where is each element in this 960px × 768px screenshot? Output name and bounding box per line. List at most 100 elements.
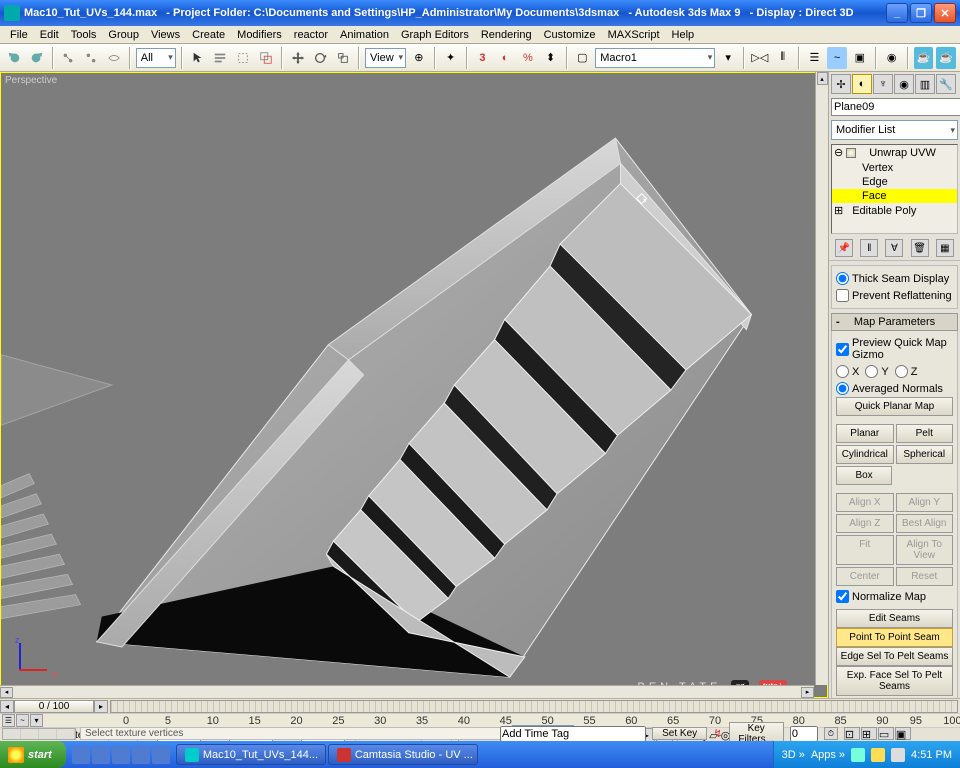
percent-snap-button[interactable]: % [518,47,538,69]
pelt-button[interactable]: Pelt [896,424,954,443]
stack-editable-poly[interactable]: ⊞Editable Poly [832,203,957,219]
tray-icon-3[interactable] [891,748,905,762]
link-button[interactable] [59,47,79,69]
schematic-view-button[interactable]: ▣ [850,47,870,69]
current-frame-field[interactable] [790,726,818,742]
tray-icon-2[interactable] [871,748,885,762]
averaged-normals-radio[interactable] [836,382,849,395]
named-selection-button[interactable]: ▢ [573,47,593,69]
named-selection-toggle-button[interactable]: ▾ [718,47,738,69]
viewport-scrollbar-v[interactable]: ▴ [815,72,828,685]
curve-editor-button[interactable]: ~ [827,47,847,69]
select-rotate-button[interactable] [311,47,331,69]
stack-edge[interactable]: Edge [832,175,957,189]
align-z-button[interactable]: Align Z [836,514,894,533]
configure-sets-button[interactable]: ▦ [936,239,954,257]
tray-icon-1[interactable] [851,748,865,762]
menu-group[interactable]: Group [102,27,145,43]
edit-seams-button[interactable]: Edit Seams [836,609,953,628]
utilities-tab[interactable]: 🔧 [936,74,956,94]
normalize-map-checkbox[interactable] [836,590,849,603]
reset-button[interactable]: Reset [896,567,954,586]
prevent-reflattening-checkbox[interactable] [836,289,849,302]
best-align-button[interactable]: Best Align [896,514,954,533]
redo-button[interactable] [27,47,47,69]
mini-curve-editor-button[interactable]: ~ [16,714,29,727]
refcoord-combo[interactable]: View [365,48,406,68]
bind-space-warp-button[interactable] [104,47,124,69]
align-button[interactable]: ⫴ [773,47,793,69]
point-to-point-seam-button[interactable]: Point To Point Seam [836,628,953,647]
create-tab[interactable]: ✢ [831,74,851,94]
window-minimize-button[interactable]: _ [886,3,908,23]
modifier-stack[interactable]: ⊖Unwrap UVW Vertex Edge Face ⊞Editable P… [831,144,958,234]
system-tray[interactable]: 3D» Apps» 4:51 PM [773,741,960,768]
select-by-name-button[interactable] [211,47,231,69]
menu-grapheditors[interactable]: Graph Editors [395,27,475,43]
ql-icon-5[interactable] [152,746,170,764]
menu-tools[interactable]: Tools [65,27,103,43]
ql-icon-3[interactable] [112,746,130,764]
object-name-field[interactable] [831,98,960,116]
select-scale-button[interactable] [333,47,353,69]
quick-planar-map-button[interactable]: Quick Planar Map [836,397,953,416]
stack-face[interactable]: Face [832,189,957,203]
ql-icon-1[interactable] [72,746,90,764]
snap-toggle-button[interactable]: 3 [473,47,493,69]
menu-reactor[interactable]: reactor [288,27,334,43]
menu-modifiers[interactable]: Modifiers [231,27,288,43]
menu-edit[interactable]: Edit [34,27,65,43]
set-key-button[interactable]: Set Key [652,727,707,740]
modify-tab[interactable]: ◐ [852,74,872,94]
center-button[interactable]: Center [836,567,894,586]
quick-render-button[interactable]: ☕ [936,47,956,69]
trackbar-toggle-button[interactable]: ☰ [2,714,15,727]
time-config-button[interactable]: ⏱ [824,727,838,740]
ql-icon-4[interactable] [132,746,150,764]
menu-file[interactable]: File [4,27,34,43]
display-tab[interactable]: ▥ [915,74,935,94]
angle-snap-button[interactable]: ◐ [495,47,515,69]
thick-seam-radio[interactable] [836,272,849,285]
align-x-button[interactable]: Align X [836,493,894,512]
edge-sel-to-pelt-button[interactable]: Edge Sel To Pelt Seams [836,647,953,666]
stack-vertex[interactable]: Vertex [832,161,957,175]
add-time-tag-field[interactable] [500,726,646,742]
task-3dsmax[interactable]: Mac10_Tut_UVs_144... [176,744,326,765]
menu-create[interactable]: Create [186,27,231,43]
viewport-scrollbar-h[interactable]: ◂▸ [0,685,814,698]
make-unique-button[interactable]: ∀ [885,239,903,257]
window-close-button[interactable]: ✕ [934,3,956,23]
align-to-view-button[interactable]: Align To View [896,535,954,565]
stack-unwrap-uvw[interactable]: ⊖Unwrap UVW [832,145,957,161]
filter-button[interactable]: ▾ [30,714,43,727]
time-next-button[interactable]: ▸ [94,700,108,713]
time-slider[interactable]: 0 / 100 [14,700,94,713]
task-camtasia[interactable]: Camtasia Studio - UV ... [328,744,478,765]
nav-zoom-ext-button[interactable]: ⊡ [844,727,860,740]
remove-modifier-button[interactable]: 🗑 [911,239,929,257]
undo-button[interactable] [4,47,24,69]
menu-animation[interactable]: Animation [334,27,395,43]
planar-button[interactable]: Planar [836,424,894,443]
menu-views[interactable]: Views [145,27,186,43]
selection-filter-combo[interactable]: All [136,48,176,68]
perspective-viewport[interactable]: Perspective [0,72,828,698]
preview-gizmo-checkbox[interactable] [836,343,849,356]
nav-region-button[interactable]: ▭ [878,727,894,740]
axis-y-radio[interactable] [865,365,878,378]
mini-trackbar[interactable] [2,728,76,740]
time-prev-button[interactable]: ◂ [0,700,14,713]
use-pivot-button[interactable]: ⊕ [409,47,429,69]
mirror-button[interactable]: ▷◁ [750,47,770,69]
menu-rendering[interactable]: Rendering [475,27,538,43]
select-move-button[interactable] [288,47,308,69]
axis-x-radio[interactable] [836,365,849,378]
modifier-list-combo[interactable]: Modifier List [831,120,958,140]
render-scene-button[interactable]: ☕ [914,47,934,69]
selection-region-button[interactable] [233,47,253,69]
ql-icon-2[interactable] [92,746,110,764]
material-editor-button[interactable]: ◉ [882,47,902,69]
spherical-button[interactable]: Spherical [896,445,954,464]
layer-manager-button[interactable]: ☰ [805,47,825,69]
